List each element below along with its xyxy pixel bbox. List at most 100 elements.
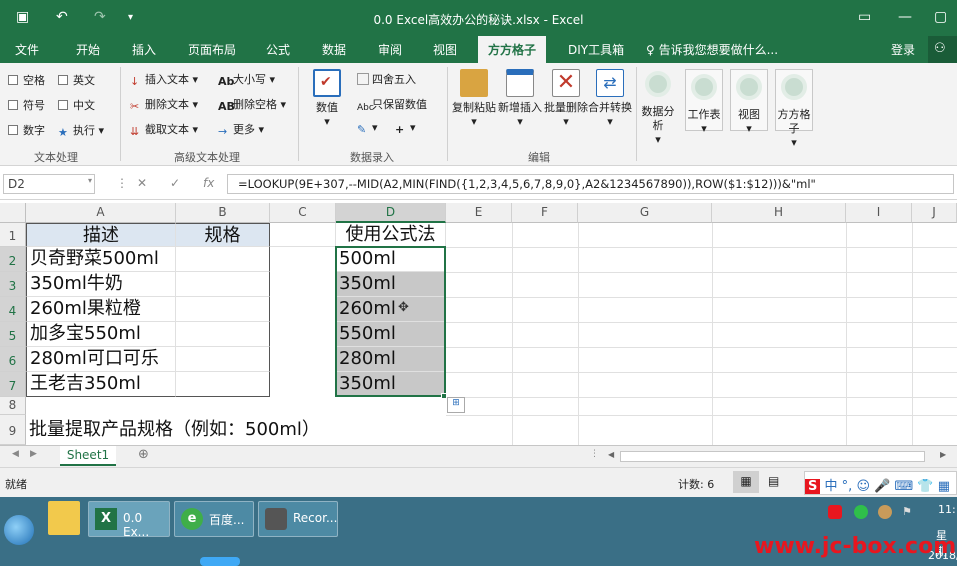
col-header-b[interactable]: B: [176, 203, 270, 223]
english-checkbox[interactable]: 英文: [58, 72, 95, 88]
number-checkbox[interactable]: 数字: [8, 122, 45, 138]
horizontal-scrollbar[interactable]: [620, 451, 925, 462]
row-header-4[interactable]: 4: [0, 297, 26, 322]
hscroll-right-icon[interactable]: ▶: [940, 450, 946, 459]
worksheet-button[interactable]: 工作表 ▾: [685, 69, 723, 135]
row-header-8[interactable]: 8: [0, 397, 26, 415]
batch-delete-button[interactable]: ✕ 批量删除 ▾: [544, 69, 588, 129]
data-analysis-button[interactable]: 数据分析 ▾: [639, 69, 677, 147]
round-button[interactable]: 四舍五入: [357, 71, 416, 87]
ime-punct-icon[interactable]: °,: [842, 479, 853, 494]
space-checkbox[interactable]: 空格: [8, 72, 45, 88]
symbol-checkbox[interactable]: 符号: [8, 97, 45, 113]
tab-home[interactable]: 开始: [76, 41, 100, 58]
tab-file[interactable]: 文件: [15, 41, 39, 58]
case-button[interactable]: Ab大小写 ▾: [218, 71, 275, 88]
edit-dropdown-button[interactable]: ✎ ▾: [357, 121, 378, 136]
cell-a6[interactable]: 280ml可口可乐: [26, 347, 176, 372]
col-header-i[interactable]: I: [846, 203, 912, 223]
extract-text-button[interactable]: ⇊ 截取文本 ▾: [130, 121, 198, 138]
cancel-icon[interactable]: ✕: [137, 176, 147, 190]
cell-c2-c7[interactable]: [270, 247, 336, 397]
tray-sogou-icon[interactable]: [828, 505, 842, 519]
cell-b4[interactable]: [176, 297, 270, 322]
number-button[interactable]: ✔ 数值 ▾: [306, 69, 348, 129]
select-all-corner[interactable]: [0, 203, 26, 223]
sheet-tab-sheet1[interactable]: Sheet1: [60, 446, 116, 466]
tell-me-search[interactable]: ♀ 告诉我您想要做什么...: [646, 41, 778, 58]
row-header-2[interactable]: 2: [0, 247, 26, 272]
insert-function-icon[interactable]: fx: [203, 176, 214, 190]
name-box[interactable]: D2: [3, 174, 95, 194]
taskbar-recorder-button[interactable]: Recor...: [258, 501, 338, 537]
enter-icon[interactable]: ✓: [170, 176, 180, 190]
delete-text-button[interactable]: ✂ 删除文本 ▾: [130, 96, 198, 113]
insert-text-button[interactable]: ↓ 插入文本 ▾: [130, 71, 198, 88]
add-sheet-icon[interactable]: ⊕: [138, 447, 149, 462]
file-explorer-icon[interactable]: [48, 501, 80, 535]
row-header-3[interactable]: 3: [0, 272, 26, 297]
cell-b6[interactable]: [176, 347, 270, 372]
tab-diy-toolbox[interactable]: DIY工具箱: [568, 41, 624, 58]
ime-emoji-icon[interactable]: ☺: [856, 479, 870, 494]
tab-data[interactable]: 数据: [322, 41, 346, 58]
start-button-icon[interactable]: [4, 515, 34, 545]
more-button[interactable]: → 更多 ▾: [218, 121, 264, 138]
row-header-9[interactable]: 9: [0, 415, 26, 445]
col-header-h[interactable]: H: [712, 203, 846, 223]
minimize-icon[interactable]: —: [898, 9, 912, 25]
row-header-1[interactable]: 1: [0, 223, 26, 247]
taskbar-excel-button[interactable]: X 0.0 Ex...: [88, 501, 170, 539]
quick-analysis-icon[interactable]: ⊞: [447, 397, 465, 413]
formula-input[interactable]: =LOOKUP(9E+307,--MID(A2,MIN(FIND({1,2,3,…: [227, 174, 954, 194]
page-layout-view-icon[interactable]: ▤: [768, 474, 779, 488]
cell-a2[interactable]: 贝奇野菜500ml: [26, 247, 176, 272]
normal-view-icon[interactable]: ▦: [733, 471, 759, 493]
cell-d1[interactable]: 使用公式法: [336, 223, 446, 247]
cell-b7[interactable]: [176, 372, 270, 397]
row-header-5[interactable]: 5: [0, 322, 26, 347]
execute-button[interactable]: ★ 执行 ▾: [58, 122, 104, 139]
tab-review[interactable]: 审阅: [378, 41, 402, 58]
tab-fangfanggezi[interactable]: 方方格子: [478, 36, 547, 63]
tab-insert[interactable]: 插入: [132, 41, 156, 58]
delete-space-button[interactable]: AB删除空格 ▾: [218, 96, 286, 113]
cell-b2[interactable]: [176, 247, 270, 272]
tray-time[interactable]: 11:: [938, 503, 956, 516]
tray-flag-icon[interactable]: ⚑: [902, 505, 916, 519]
cell-a5[interactable]: 加多宝550ml: [26, 322, 176, 347]
view-button[interactable]: 视图 ▾: [730, 69, 768, 135]
ime-keyboard-icon[interactable]: ⌨: [894, 479, 913, 494]
merge-convert-button[interactable]: ⇄ 合并转换 ▾: [588, 69, 632, 129]
cell-b3[interactable]: [176, 272, 270, 297]
col-header-d[interactable]: D: [336, 203, 446, 223]
col-header-g[interactable]: G: [578, 203, 712, 223]
cell-a3[interactable]: 350ml牛奶: [26, 272, 176, 297]
ime-tools-icon[interactable]: ▦: [938, 479, 950, 494]
ime-skin-icon[interactable]: 👕: [917, 479, 933, 494]
maximize-icon[interactable]: ▢: [934, 9, 947, 25]
insert-new-button[interactable]: 新增插入 ▾: [498, 69, 542, 129]
tab-view[interactable]: 视图: [433, 41, 457, 58]
cell-c1[interactable]: [270, 223, 336, 247]
col-header-a[interactable]: A: [26, 203, 176, 223]
tray-app-icon[interactable]: [854, 505, 868, 519]
name-box-dropdown-icon[interactable]: ▾: [88, 176, 92, 185]
chinese-checkbox[interactable]: 中文: [58, 97, 95, 113]
col-header-c[interactable]: C: [270, 203, 336, 223]
col-header-e[interactable]: E: [446, 203, 512, 223]
cell-a7[interactable]: 王老吉350ml: [26, 372, 176, 397]
fangfanggezi-button[interactable]: 方方格子 ▾: [775, 69, 813, 149]
col-header-j[interactable]: J: [912, 203, 957, 223]
row-header-7[interactable]: 7: [0, 372, 26, 397]
copy-paste-button[interactable]: 复制粘贴 ▾: [452, 69, 496, 129]
cell-a1[interactable]: 描述: [26, 223, 176, 247]
sign-in-button[interactable]: 登录: [891, 41, 915, 58]
scroll-left-sheets-icon[interactable]: ◀: [12, 449, 19, 459]
keep-values-button[interactable]: Abc只保留数值: [357, 96, 427, 115]
share-person-icon[interactable]: ⚇: [928, 36, 957, 63]
ime-voice-icon[interactable]: 🎤: [874, 479, 890, 494]
row-header-6[interactable]: 6: [0, 347, 26, 372]
col-header-f[interactable]: F: [512, 203, 578, 223]
plus-dropdown-button[interactable]: + ▾: [395, 121, 416, 136]
